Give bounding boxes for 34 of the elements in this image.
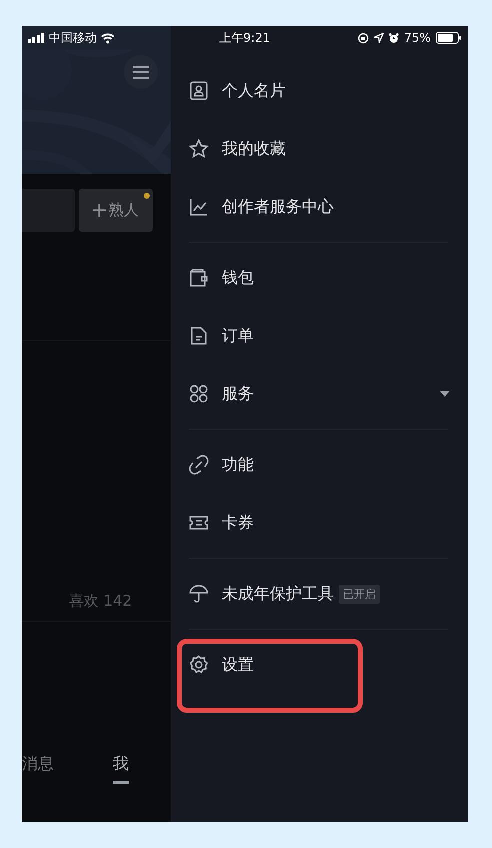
grid-icon xyxy=(189,384,209,404)
menu-item[interactable]: 未成年保护工具 已开启 xyxy=(171,565,468,623)
status-tag: 已开启 xyxy=(339,584,380,604)
battery-icon xyxy=(436,32,462,44)
alarm-icon xyxy=(389,32,400,44)
wifi-icon xyxy=(101,32,115,44)
plus-icon xyxy=(93,204,106,217)
menu-item[interactable]: 订单 xyxy=(171,307,468,365)
status-time: 上午9:21 xyxy=(218,30,272,46)
contact-card-icon xyxy=(189,81,209,101)
tab[interactable]: 消息 xyxy=(22,754,54,784)
menu-item[interactable]: 钱包 xyxy=(171,249,468,307)
chart-icon xyxy=(189,197,209,217)
signal-icon xyxy=(28,33,45,43)
document-icon xyxy=(189,326,209,346)
menu-item[interactable]: 功能 xyxy=(171,436,468,494)
settings-icon xyxy=(189,655,209,675)
menu-icon xyxy=(133,66,149,78)
location-icon xyxy=(374,33,384,43)
link-icon xyxy=(189,455,209,475)
menu-item[interactable]: 个人名片 xyxy=(171,62,468,120)
rotation-lock-icon xyxy=(358,32,370,44)
menu-item[interactable]: 设置 xyxy=(171,636,468,694)
battery-percent: 75% xyxy=(404,31,431,45)
menu-item[interactable]: 卡券 xyxy=(171,494,468,552)
menu-item[interactable]: 我的收藏 xyxy=(171,120,468,178)
star-icon xyxy=(189,139,209,159)
menu-item[interactable]: 创作者服务中心 xyxy=(171,178,468,236)
tab[interactable]: 我 xyxy=(113,754,129,784)
add-friend-button[interactable]: 熟人 xyxy=(79,189,153,232)
menu-item[interactable]: 服务 xyxy=(171,365,468,423)
carrier-name: 中国移动 xyxy=(49,30,97,46)
wallet-icon xyxy=(189,268,209,288)
umbrella-icon xyxy=(189,584,209,604)
